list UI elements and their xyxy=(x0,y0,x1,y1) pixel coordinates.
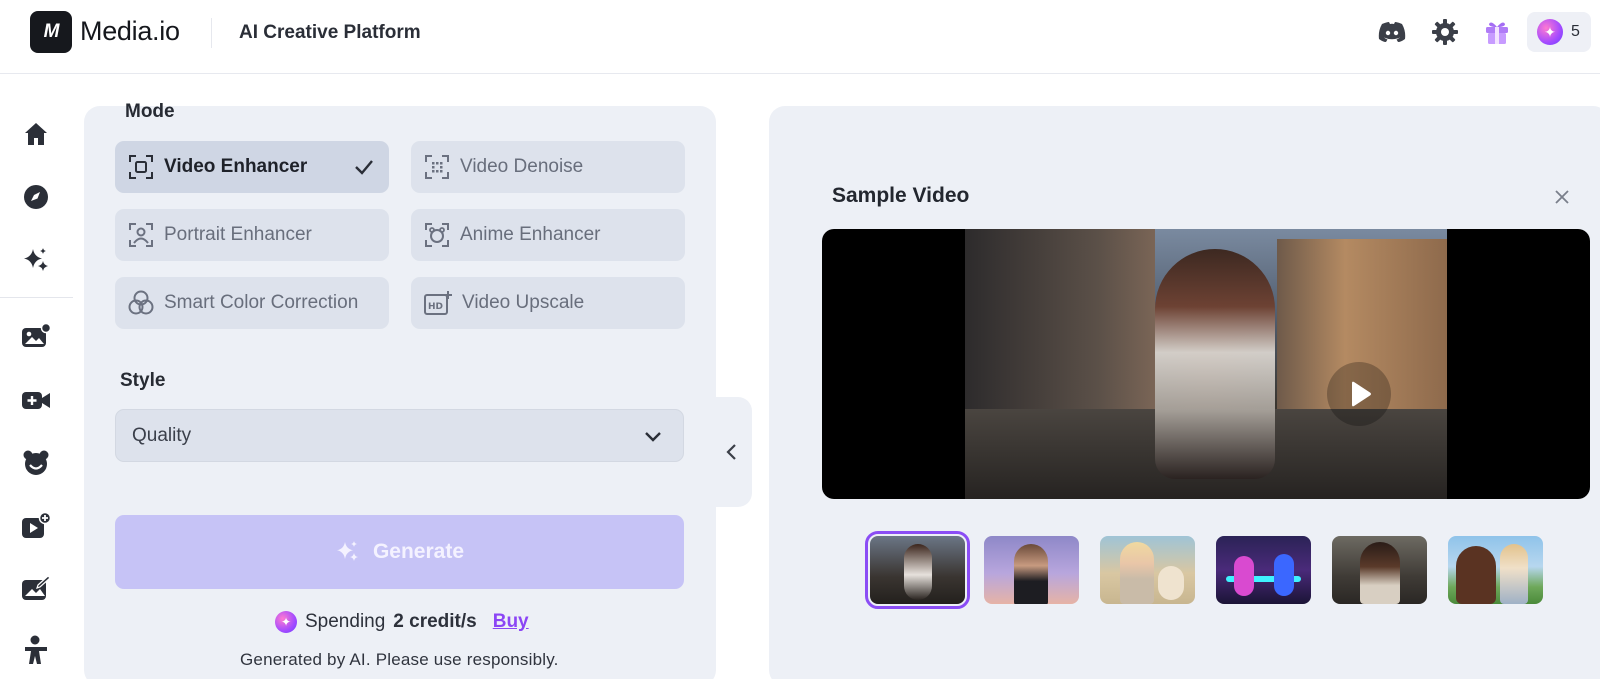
svg-text:HD: HD xyxy=(428,302,443,312)
credits-count: 5 xyxy=(1571,23,1580,40)
sample-video-title: Sample Video xyxy=(832,184,970,207)
nav-divider xyxy=(0,297,73,298)
spending-prefix: Spending xyxy=(305,611,386,632)
add-video-icon[interactable] xyxy=(19,508,53,542)
color-icon xyxy=(128,290,154,315)
mode-label-text: Video Enhancer xyxy=(164,156,308,177)
generate-button[interactable]: Generate xyxy=(115,515,684,589)
video-frame xyxy=(965,229,1447,499)
mode-smart-color-correction[interactable]: Smart Color Correction xyxy=(115,277,389,329)
thumb-figure xyxy=(1234,556,1254,596)
credits-badge[interactable]: ✦ 5 xyxy=(1527,12,1591,52)
app-name[interactable]: Media.io xyxy=(80,16,180,47)
platform-title: AI Creative Platform xyxy=(239,22,421,43)
frame-building-left xyxy=(965,229,1155,429)
header-divider xyxy=(211,18,212,48)
logo-icon[interactable]: M xyxy=(30,11,72,53)
mode-video-denoise[interactable]: Video Denoise xyxy=(411,141,685,193)
character-icon[interactable] xyxy=(19,633,53,667)
sample-thumbnail-woman-portrait[interactable] xyxy=(1332,536,1427,604)
home-icon[interactable] xyxy=(19,117,53,151)
generate-label: Generate xyxy=(372,540,465,563)
hd-icon: HD xyxy=(424,291,452,315)
mode-label-text: Video Denoise xyxy=(460,156,584,177)
thumb-figure xyxy=(904,544,932,600)
style-select[interactable]: Quality xyxy=(115,409,684,462)
play-button[interactable] xyxy=(1327,362,1391,426)
mode-label-text: Anime Enhancer xyxy=(460,224,601,245)
sample-thumbnail-man[interactable] xyxy=(984,536,1079,604)
spending-amount: 2 credit/s xyxy=(393,611,477,632)
video-tools-icon[interactable] xyxy=(19,383,53,417)
check-icon xyxy=(355,160,373,175)
gift-icon[interactable] xyxy=(1481,16,1513,48)
mode-portrait-enhancer[interactable]: Portrait Enhancer xyxy=(115,209,389,261)
style-label: Style xyxy=(120,370,166,391)
sample-thumbnail-horse-rider[interactable] xyxy=(1448,536,1543,604)
buy-link[interactable]: Buy xyxy=(493,611,529,633)
mode-video-enhancer[interactable]: Video Enhancer xyxy=(115,141,389,193)
thumb-figure xyxy=(1500,544,1528,604)
thumb-figure xyxy=(1120,542,1154,604)
mode-label-text: Video Upscale xyxy=(462,292,585,313)
avatar-icon[interactable] xyxy=(19,446,53,480)
thumb-dog xyxy=(1158,566,1184,600)
portrait-icon xyxy=(129,223,153,247)
mode-label-text: Smart Color Correction xyxy=(164,292,359,313)
thumb-figure xyxy=(1274,554,1294,596)
style-select-value: Quality xyxy=(132,424,192,446)
explore-icon[interactable] xyxy=(19,180,53,214)
thumb-horse xyxy=(1456,546,1496,604)
scan-icon xyxy=(129,155,153,179)
thumb-figure xyxy=(1014,544,1048,604)
credit-icon: ✦ xyxy=(1537,19,1563,45)
sparkles-icon xyxy=(336,541,358,561)
sample-thumbnail-neon-riders[interactable] xyxy=(1216,536,1311,604)
mode-video-upscale[interactable]: HD Video Upscale xyxy=(411,277,685,329)
top-bar: M Media.io AI Creative Platform ✦ 5 xyxy=(0,0,1600,74)
chevron-left-icon xyxy=(726,444,736,460)
mode-anime-enhancer[interactable]: Anime Enhancer xyxy=(411,209,685,261)
play-icon xyxy=(1352,381,1371,407)
close-icon[interactable] xyxy=(1552,187,1572,207)
spending-info: ✦ Spending 2 credit/s Buy xyxy=(275,611,529,633)
discord-icon[interactable] xyxy=(1376,16,1408,48)
ai-disclaimer: Generated by AI. Please use responsibly. xyxy=(240,650,559,669)
gear-icon[interactable] xyxy=(1429,16,1461,48)
video-player[interactable] xyxy=(822,229,1590,499)
mode-label: Mode xyxy=(125,101,175,122)
frame-cyclist xyxy=(1155,249,1275,479)
image-tools-icon[interactable] xyxy=(19,319,53,353)
sample-thumbnail-cyclist[interactable] xyxy=(865,531,970,609)
sample-thumbnail-woman-dog[interactable] xyxy=(1100,536,1195,604)
denoise-icon xyxy=(425,155,449,179)
collapse-panel-button[interactable] xyxy=(712,397,752,507)
chevron-down-icon xyxy=(645,432,661,442)
sparkles-icon[interactable] xyxy=(19,243,53,277)
mode-label-text: Portrait Enhancer xyxy=(164,224,312,245)
thumb-figure xyxy=(1360,542,1400,604)
anime-icon xyxy=(425,223,449,247)
credit-icon: ✦ xyxy=(275,611,297,633)
photo-edit-icon[interactable] xyxy=(19,571,53,605)
